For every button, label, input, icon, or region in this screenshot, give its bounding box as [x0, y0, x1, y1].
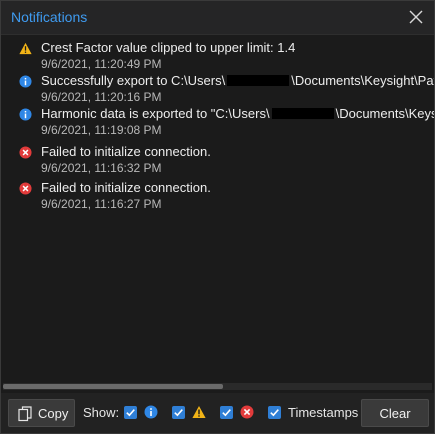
clear-button[interactable]: Clear	[361, 399, 429, 427]
filter-info-checkbox[interactable]	[124, 406, 137, 419]
notification-message: Successfully export to C:\Users\ \Documen…	[41, 73, 434, 88]
redacted-text	[227, 75, 290, 86]
notification-item[interactable]: Failed to initialize connection. 9/6/202…	[1, 142, 434, 178]
show-label: Show:	[83, 405, 120, 420]
notification-message: Failed to initialize connection.	[41, 144, 211, 159]
horizontal-scrollbar[interactable]	[3, 383, 432, 390]
filter-warning-checkbox[interactable]	[172, 406, 185, 419]
footer-toolbar: Copy Show: Timestamps Clear	[1, 393, 434, 433]
notification-message: Crest Factor value clipped to upper limi…	[41, 40, 296, 55]
notification-item[interactable]: Harmonic data is exported to "C:\Users\ \…	[1, 104, 434, 140]
info-icon	[19, 75, 32, 88]
error-icon	[19, 182, 32, 195]
notification-timestamp: 9/6/2021, 11:20:49 PM	[41, 57, 162, 71]
title-bar: Notifications	[1, 1, 434, 35]
clear-button-label: Clear	[379, 406, 411, 421]
notifications-window: Notifications Crest Factor value clipped…	[0, 0, 435, 434]
checkmark-icon	[174, 409, 183, 417]
notification-item[interactable]: Crest Factor value clipped to upper limi…	[1, 38, 434, 74]
copy-icon	[18, 406, 32, 422]
copy-button[interactable]: Copy	[8, 399, 75, 427]
warning-icon	[19, 42, 32, 55]
copy-button-label: Copy	[38, 406, 69, 421]
notification-timestamp: 9/6/2021, 11:20:16 PM	[41, 90, 162, 104]
redacted-text	[271, 108, 334, 119]
timestamps-label: Timestamps	[288, 405, 359, 420]
window-title: Notifications	[11, 9, 88, 25]
notification-timestamp: 9/6/2021, 11:16:32 PM	[41, 161, 162, 175]
notification-message: Failed to initialize connection.	[41, 180, 211, 195]
notification-item[interactable]: Failed to initialize connection. 9/6/202…	[1, 178, 434, 214]
notification-list[interactable]: Crest Factor value clipped to upper limi…	[1, 35, 434, 381]
notification-message: Harmonic data is exported to "C:\Users\ \…	[41, 106, 434, 121]
timestamps-checkbox[interactable]	[268, 406, 281, 419]
notification-timestamp: 9/6/2021, 11:16:27 PM	[41, 197, 162, 211]
checkmark-icon	[270, 409, 279, 417]
scrollbar-thumb[interactable]	[3, 384, 223, 389]
notification-item[interactable]: Successfully export to C:\Users\ \Documen…	[1, 71, 434, 107]
info-icon	[19, 108, 32, 121]
notification-timestamp: 9/6/2021, 11:19:08 PM	[41, 123, 162, 137]
error-icon	[240, 405, 254, 419]
filter-error-checkbox[interactable]	[220, 406, 233, 419]
close-icon[interactable]	[406, 7, 426, 27]
checkmark-icon	[222, 409, 231, 417]
error-icon	[19, 146, 32, 159]
info-icon	[144, 405, 158, 419]
warning-icon	[192, 406, 206, 418]
checkmark-icon	[126, 409, 135, 417]
